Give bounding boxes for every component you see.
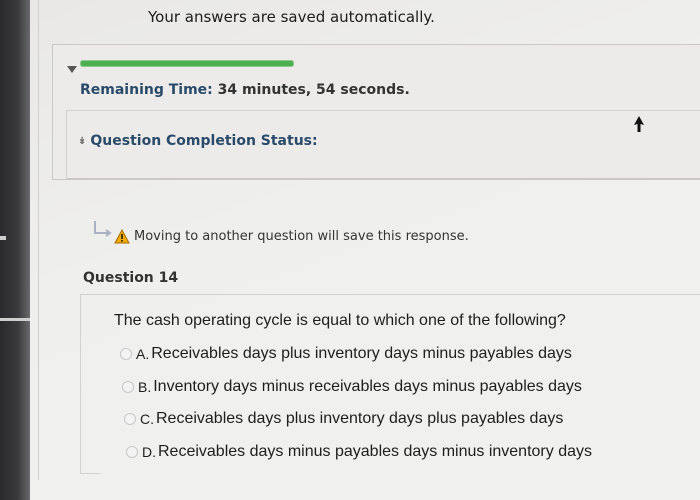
photo-left-edge <box>0 0 30 500</box>
answer-option-c[interactable]: C. Receivables days plus inventory days … <box>124 410 563 428</box>
option-letter: A. <box>136 346 150 362</box>
question-completion-status-toggle[interactable]: ↡ Question Completion Status: <box>78 133 318 149</box>
double-chevron-down-icon: ↡ <box>78 136 87 147</box>
option-letter: B. <box>138 379 152 395</box>
divider <box>80 294 81 474</box>
option-text: Receivables days plus inventory days plu… <box>156 410 564 427</box>
collapse-arrow-icon[interactable] <box>67 66 77 73</box>
return-arrow-icon <box>94 221 112 237</box>
question-title: Question 14 <box>83 270 179 286</box>
glare <box>0 236 6 240</box>
time-progress-bar <box>80 60 294 67</box>
divider <box>80 473 100 474</box>
answer-option-b[interactable]: B. Inventory days minus receivables days… <box>122 378 582 396</box>
option-text: Receivables days minus payables days min… <box>158 443 592 460</box>
page-border <box>38 0 39 480</box>
answer-option-d[interactable]: D. Receivables days minus payables days … <box>126 443 592 461</box>
autosave-notice: Your answers are saved automatically. <box>148 8 435 26</box>
remaining-time-value: 34 minutes, 54 seconds. <box>217 82 410 98</box>
divider <box>66 178 700 179</box>
glare <box>0 318 30 321</box>
save-warning-text: Moving to another question will save thi… <box>134 229 469 244</box>
divider <box>66 110 67 179</box>
remaining-time: Remaining Time: 34 minutes, 54 seconds. <box>80 82 410 98</box>
remaining-time-label: Remaining Time: <box>80 82 213 98</box>
question-prompt: The cash operating cycle is equal to whi… <box>114 312 566 329</box>
radio-button[interactable] <box>126 446 138 458</box>
answer-option-a[interactable]: A. Receivables days plus inventory days … <box>120 345 572 363</box>
radio-button[interactable] <box>120 348 132 360</box>
divider <box>66 110 700 111</box>
radio-button[interactable] <box>122 381 134 393</box>
radio-button[interactable] <box>124 413 136 425</box>
option-letter: C. <box>140 411 154 427</box>
option-text: Receivables days plus inventory days min… <box>151 345 572 362</box>
option-letter: D. <box>142 444 156 460</box>
warning-icon <box>114 229 130 244</box>
divider <box>80 294 700 295</box>
completion-status-label: Question Completion Status: <box>90 133 318 149</box>
mouse-cursor-icon <box>632 116 646 139</box>
option-text: Inventory days minus receivables days mi… <box>153 378 582 395</box>
